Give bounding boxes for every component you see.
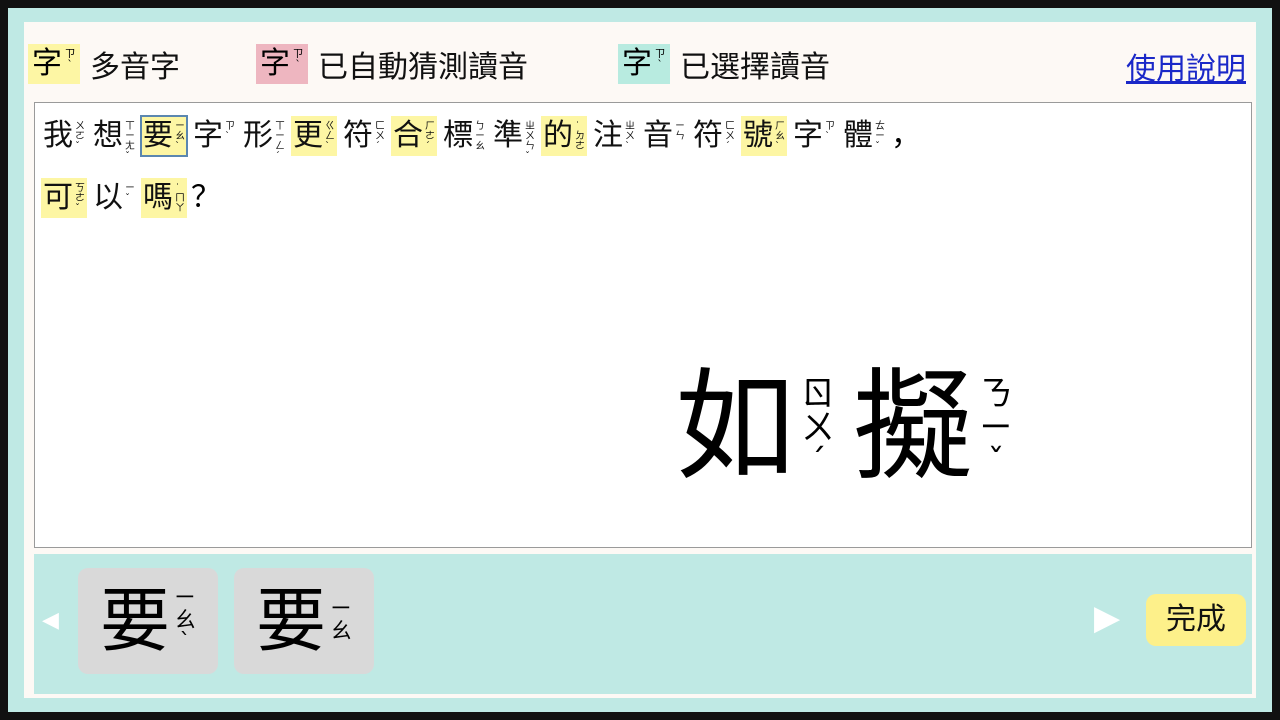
legend-selected: 字ㄗˋ 已選擇讀音 — [618, 42, 830, 86]
char-glyph: 符 — [343, 118, 373, 153]
next-arrow-icon[interactable]: ▶ — [1094, 598, 1120, 638]
text-line-1: 我ㄨㄛˇ想ㄒㄧㄤˇ要ㄧㄠˋ字ㄗˋ形ㄒㄧㄥˊ更ㄍㄥˋ符ㄈㄨˊ合ㄏㄜˊ標ㄅㄧㄠ準ㄓㄨ… — [41, 113, 927, 162]
selected-char[interactable]: 要ㄧㄠˋ — [140, 115, 188, 157]
char-zhuyin: ㄧㄠˋ — [175, 121, 185, 152]
char-glyph: 符 — [693, 118, 723, 153]
text-char: 以ㄧˇ — [91, 178, 137, 218]
text-char: 字ㄗˋ — [191, 116, 237, 156]
punctuation: ， — [891, 118, 921, 153]
text-char: 想ㄒㄧㄤˇ — [91, 116, 137, 162]
char-preview: 如 ㄖㄨˊ 擬 ㄋㄧˇ — [675, 363, 1031, 493]
char-glyph: 體 — [843, 118, 873, 153]
candidate-reading-1[interactable]: 要 ㄧㄠˋ — [78, 568, 218, 674]
preview-zhuyin: ㄋㄧˇ — [979, 374, 1013, 482]
char-zhuyin: ㄧㄣ — [675, 121, 685, 142]
app-frame: 字ㄗˋ 多音字 字ㄗˋ 已自動猜測讀音 字ㄗˋ 已選擇讀音 使用說明 我ㄨㄛˇ想… — [8, 8, 1272, 712]
polyphonic-char[interactable]: 可ㄎㄜˇ — [41, 178, 87, 218]
text-char: 準ㄓㄨㄣˇ — [491, 116, 537, 162]
char-glyph: 的 — [543, 118, 573, 153]
polyphonic-char[interactable]: 號ㄏㄠˋ — [741, 116, 787, 156]
legend-char: 字 — [260, 46, 290, 81]
legend-label: 已選擇讀音 — [680, 50, 830, 85]
char-glyph: 想 — [93, 118, 123, 153]
candidate-reading-2[interactable]: 要 ㄧㄠ — [234, 568, 374, 674]
char-zhuyin: ㄒㄧㄥˊ — [275, 121, 285, 162]
text-char: 字ㄗˋ — [791, 116, 837, 156]
char-zhuyin: ㄎㄜˇ — [75, 183, 85, 214]
char-glyph: 形 — [243, 118, 273, 153]
prev-arrow-icon[interactable]: ◀ — [42, 608, 59, 633]
text-char: 我ㄨㄛˇ — [41, 116, 87, 156]
polyphonic-char[interactable]: 合ㄏㄜˊ — [391, 116, 437, 156]
legend-swatch-teal: 字ㄗˋ — [618, 44, 670, 84]
preview-char: 如 — [675, 358, 795, 497]
char-glyph: 音 — [643, 118, 673, 153]
char-glyph: 字 — [793, 118, 823, 153]
char-zhuyin: ㄏㄜˊ — [425, 121, 435, 152]
preview-zhuyin: ㄖㄨˊ — [801, 374, 835, 482]
candidate-char: 要 — [255, 580, 326, 662]
char-zhuyin: ㄗˋ — [825, 121, 835, 142]
polyphonic-char[interactable]: 嗎 ˙ ㄇㄚ — [141, 178, 187, 218]
text-editor[interactable]: 我ㄨㄛˇ想ㄒㄧㄤˇ要ㄧㄠˋ字ㄗˋ形ㄒㄧㄥˊ更ㄍㄥˋ符ㄈㄨˊ合ㄏㄜˊ標ㄅㄧㄠ準ㄓㄨ… — [34, 102, 1252, 548]
text-char: 符ㄈㄨˊ — [691, 116, 737, 156]
char-glyph: 字 — [193, 118, 223, 153]
preview-char: 擬 — [853, 358, 973, 497]
char-zhuyin: ㄒㄧㄤˇ — [125, 121, 135, 162]
main-panel: 字ㄗˋ 多音字 字ㄗˋ 已自動猜測讀音 字ㄗˋ 已選擇讀音 使用說明 我ㄨㄛˇ想… — [24, 22, 1256, 698]
legend-auto-guessed: 字ㄗˋ 已自動猜測讀音 — [256, 42, 528, 86]
legend-label: 多音字 — [90, 50, 180, 85]
text-char: 符ㄈㄨˊ — [341, 116, 387, 156]
char-glyph: 注 — [593, 118, 623, 153]
text-char: 標ㄅㄧㄠ — [441, 116, 487, 156]
text-line-2: 可ㄎㄜ ˇ 以ㄧ ˇ 嗎 ˙ ㄇㄚ？ — [41, 175, 227, 221]
char-glyph: 合 — [393, 118, 423, 153]
char-zhuyin: ㄊㄧˇ — [875, 121, 885, 152]
char-zhuyin: ㄗˋ — [225, 121, 235, 142]
char-zhuyin: ㄏㄠˋ — [775, 121, 785, 152]
char-glyph: 號 — [743, 118, 773, 153]
punctuation: ？ — [191, 180, 221, 215]
char-zhuyin: ㄍㄥˋ — [325, 121, 335, 152]
legend-zhuyin: ㄗˋ — [292, 47, 304, 71]
char-zhuyin: ㄈㄨˊ — [725, 121, 735, 152]
candidate-char: 要 — [99, 580, 170, 662]
char-zhuyin: ㄈㄨˊ — [375, 121, 385, 152]
char-zhuyin: ㄧˇ — [125, 183, 135, 204]
char-glyph: 準 — [493, 118, 523, 153]
legend-swatch-pink: 字ㄗˋ — [256, 44, 308, 84]
legend-zhuyin: ㄗˋ — [654, 47, 666, 71]
char-glyph: 要 — [143, 118, 173, 153]
char-zhuyin: ˙ ㄉㄜ — [575, 121, 585, 152]
char-glyph: 以 — [93, 180, 123, 215]
legend-zhuyin: ㄗˋ — [64, 47, 76, 71]
done-button[interactable]: 完成 — [1146, 594, 1246, 646]
legend-swatch-yellow: 字ㄗˋ — [28, 44, 80, 84]
char-glyph: 標 — [443, 118, 473, 153]
legend-char: 字 — [622, 46, 652, 81]
help-link[interactable]: 使用說明 — [1126, 44, 1246, 88]
candidate-bar: ◀ 要 ㄧㄠˋ 要 ㄧㄠ ▶ 完成 — [34, 554, 1252, 694]
char-zhuyin: ㄨㄛˇ — [75, 121, 85, 152]
char-zhuyin: ˙ ㄇㄚ — [175, 183, 185, 214]
char-glyph: 我 — [43, 118, 73, 153]
char-glyph: 嗎 — [143, 180, 173, 215]
polyphonic-char[interactable]: 的 ˙ ㄉㄜ — [541, 116, 587, 156]
legend-bar: 字ㄗˋ 多音字 字ㄗˋ 已自動猜測讀音 字ㄗˋ 已選擇讀音 — [28, 42, 1256, 86]
char-zhuyin: ㄓㄨˋ — [625, 121, 635, 152]
text-char: 音ㄧㄣ — [641, 116, 687, 156]
polyphonic-char[interactable]: 更ㄍㄥˋ — [291, 116, 337, 156]
char-glyph: 更 — [293, 118, 323, 153]
text-char: 形ㄒㄧㄥˊ — [241, 116, 287, 162]
legend-char: 字 — [32, 46, 62, 81]
candidate-zhuyin: ㄧㄠˋ — [173, 586, 196, 655]
text-char: 注ㄓㄨˋ — [591, 116, 637, 156]
char-glyph: 可 — [43, 180, 73, 215]
legend-label: 已自動猜測讀音 — [318, 50, 528, 85]
text-char: 體ㄊㄧˇ — [841, 116, 887, 156]
char-zhuyin: ㄓㄨㄣˇ — [525, 121, 535, 162]
legend-polyphonic: 字ㄗˋ 多音字 — [28, 42, 180, 86]
char-zhuyin: ㄅㄧㄠ — [475, 121, 485, 152]
candidate-zhuyin: ㄧㄠ — [329, 597, 352, 644]
